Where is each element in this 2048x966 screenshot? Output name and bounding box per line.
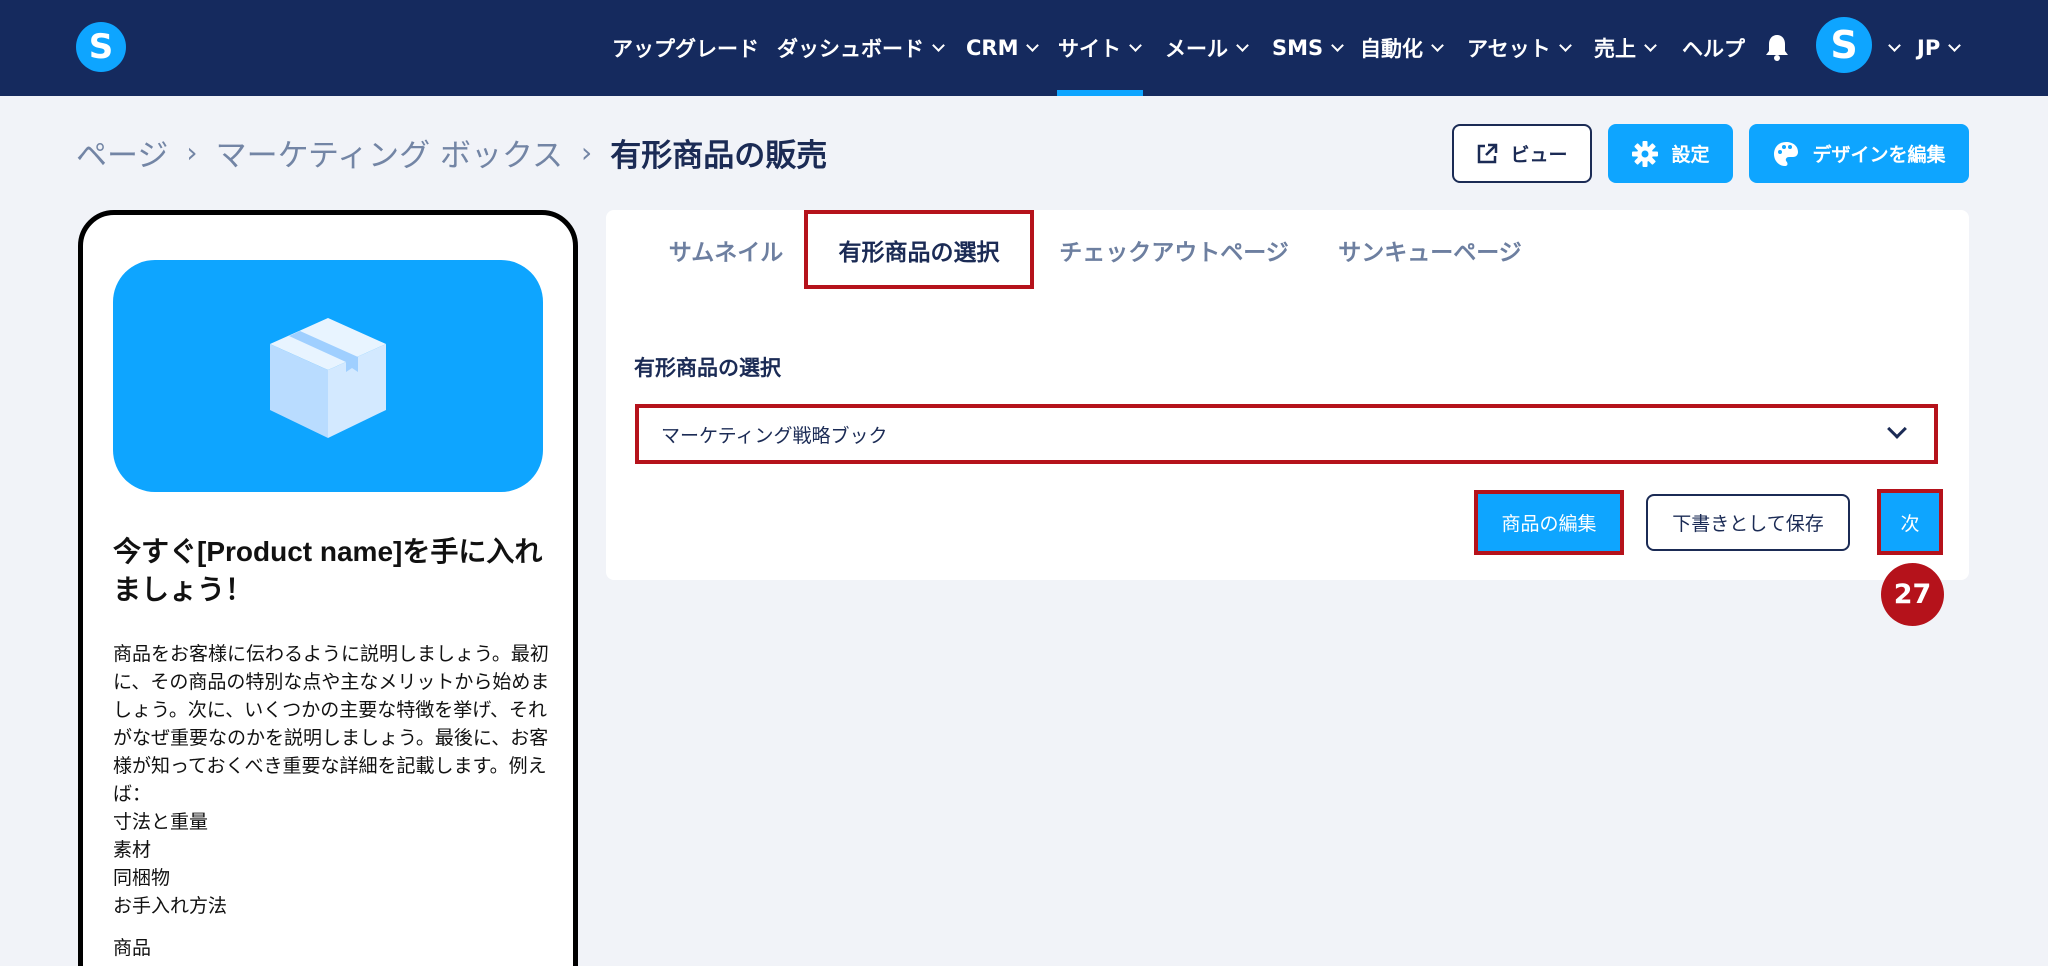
- nav-item-site[interactable]: サイト: [1058, 0, 1142, 96]
- mobile-preview: 今すぐ[Product name]を手に入れましょう！ 商品をお客様に伝わるよう…: [78, 210, 578, 966]
- preview-detail-item: 寸法と重量: [113, 811, 209, 833]
- language-selector[interactable]: JP: [1917, 0, 1962, 96]
- edit-design-button[interactable]: デザインを編集: [1749, 124, 1969, 183]
- nav-item-help[interactable]: ヘルプ: [1682, 0, 1745, 96]
- avatar-menu-toggle[interactable]: [1880, 0, 1901, 96]
- edit-product-label: 商品の編集: [1501, 513, 1597, 535]
- breadcrumb-separator-icon: ›: [186, 136, 198, 169]
- tab-checkout-page[interactable]: チェックアウトページ: [1046, 214, 1302, 285]
- selected-product-value: マーケティング戦略ブック: [661, 424, 888, 447]
- package-box-icon: [270, 318, 386, 438]
- top-navigation-bar: S アップグレード ダッシュボード CRM サイト メール SMS 自動化 アセ…: [0, 0, 2048, 96]
- edit-product-button[interactable]: 商品の編集: [1474, 490, 1624, 555]
- gear-icon: [1632, 140, 1659, 167]
- external-link-icon: [1478, 143, 1498, 163]
- nav-item-mail[interactable]: メール: [1165, 0, 1249, 96]
- breadcrumb-marketing-box[interactable]: マーケティング ボックス: [216, 130, 563, 175]
- preview-detail-item: 同梱物: [113, 867, 171, 889]
- tab-label: サンキューページ: [1338, 239, 1522, 266]
- chevron-down-icon: [1644, 38, 1657, 52]
- preview-detail-item: 素材: [113, 839, 152, 861]
- product-settings-card: サムネイル 有形商品の選択 チェックアウトページ サンキューページ 有形商品の選…: [606, 210, 1969, 580]
- chevron-down-icon: [1331, 38, 1345, 52]
- nav-item-sales[interactable]: 売上: [1594, 0, 1657, 96]
- nav-label: メール: [1165, 37, 1228, 61]
- user-avatar[interactable]: S: [1816, 17, 1872, 73]
- nav-label: SMS: [1272, 36, 1324, 60]
- tab-label: チェックアウトページ: [1059, 239, 1289, 266]
- preview-paragraph: 商品をお客様に伝わるように説明しましょう。最初に、その商品の特別な点や主なメリッ…: [113, 643, 550, 805]
- breadcrumb-pages[interactable]: ページ: [76, 130, 168, 175]
- nav-item-assets[interactable]: アセット: [1467, 0, 1572, 96]
- tab-thumbnail[interactable]: サムネイル: [646, 214, 806, 285]
- nav-label: ダッシュボード: [777, 37, 924, 61]
- tab-label: 有形商品の選択: [838, 239, 1000, 266]
- chevron-down-icon: [1887, 419, 1907, 439]
- tab-thank-you-page[interactable]: サンキューページ: [1326, 214, 1534, 285]
- nav-label: アップグレード: [612, 37, 759, 61]
- chevron-down-icon: [1948, 38, 1962, 52]
- nav-label: CRM: [966, 36, 1019, 60]
- preview-detail-item: お手入れ方法: [113, 895, 228, 917]
- chevron-down-icon: [1026, 38, 1040, 52]
- tab-physical-product-select[interactable]: 有形商品の選択: [804, 210, 1034, 289]
- active-nav-indicator: [1057, 90, 1143, 96]
- brand-logo-letter: S: [88, 27, 114, 67]
- chevron-down-icon: [1236, 38, 1249, 52]
- view-button[interactable]: ビュー: [1452, 124, 1592, 183]
- settings-button[interactable]: 設定: [1608, 124, 1733, 183]
- breadcrumb: ページ › マーケティング ボックス › 有形商品の販売: [76, 130, 827, 175]
- nav-label: アセット: [1467, 37, 1551, 61]
- next-button[interactable]: 次: [1877, 489, 1943, 555]
- nav-item-automation[interactable]: 自動化: [1360, 0, 1444, 96]
- preview-headline: 今すぐ[Product name]を手に入れましょう！: [113, 536, 543, 605]
- view-button-label: ビュー: [1510, 144, 1568, 166]
- page-title: 有形商品の販売: [610, 138, 828, 174]
- product-hero-image: [113, 260, 543, 492]
- section-label: 有形商品の選択: [634, 356, 781, 380]
- edit-design-button-label: デザインを編集: [1812, 144, 1946, 166]
- brand-logo[interactable]: S: [76, 22, 126, 72]
- preview-description: 商品をお客様に伝わるように説明しましょう。最初に、その商品の特別な点や主なメリッ…: [113, 640, 553, 962]
- chevron-down-icon: [1888, 38, 1901, 52]
- avatar-letter: S: [1830, 23, 1858, 67]
- product-select-dropdown[interactable]: マーケティング戦略ブック: [635, 404, 1938, 464]
- nav-item-sms[interactable]: SMS: [1272, 0, 1345, 96]
- preview-footer-text: 商品: [113, 937, 152, 959]
- nav-label: 自動化: [1360, 37, 1423, 61]
- settings-button-label: 設定: [1671, 144, 1710, 166]
- chevron-down-icon: [932, 38, 945, 52]
- breadcrumb-separator-icon: ›: [581, 136, 593, 169]
- palette-icon: [1774, 141, 1799, 166]
- save-draft-button[interactable]: 下書きとして保存: [1646, 494, 1850, 551]
- chevron-down-icon: [1558, 38, 1572, 52]
- chevron-down-icon: [1431, 38, 1444, 52]
- nav-item-dashboard[interactable]: ダッシュボード: [777, 0, 945, 96]
- nav-label: サイト: [1058, 37, 1121, 61]
- nav-label: 売上: [1594, 37, 1636, 61]
- notification-bell-icon[interactable]: [1764, 33, 1790, 61]
- nav-item-upgrade[interactable]: アップグレード: [612, 0, 759, 96]
- step-number-badge: 27: [1881, 563, 1944, 626]
- save-draft-label: 下書きとして保存: [1672, 513, 1824, 535]
- language-label: JP: [1917, 36, 1941, 60]
- chevron-down-icon: [1129, 38, 1142, 52]
- nav-item-crm[interactable]: CRM: [966, 0, 1040, 96]
- nav-label: ヘルプ: [1682, 37, 1745, 61]
- step-number: 27: [1893, 579, 1932, 610]
- tab-label: サムネイル: [668, 239, 784, 266]
- next-label: 次: [1900, 512, 1920, 535]
